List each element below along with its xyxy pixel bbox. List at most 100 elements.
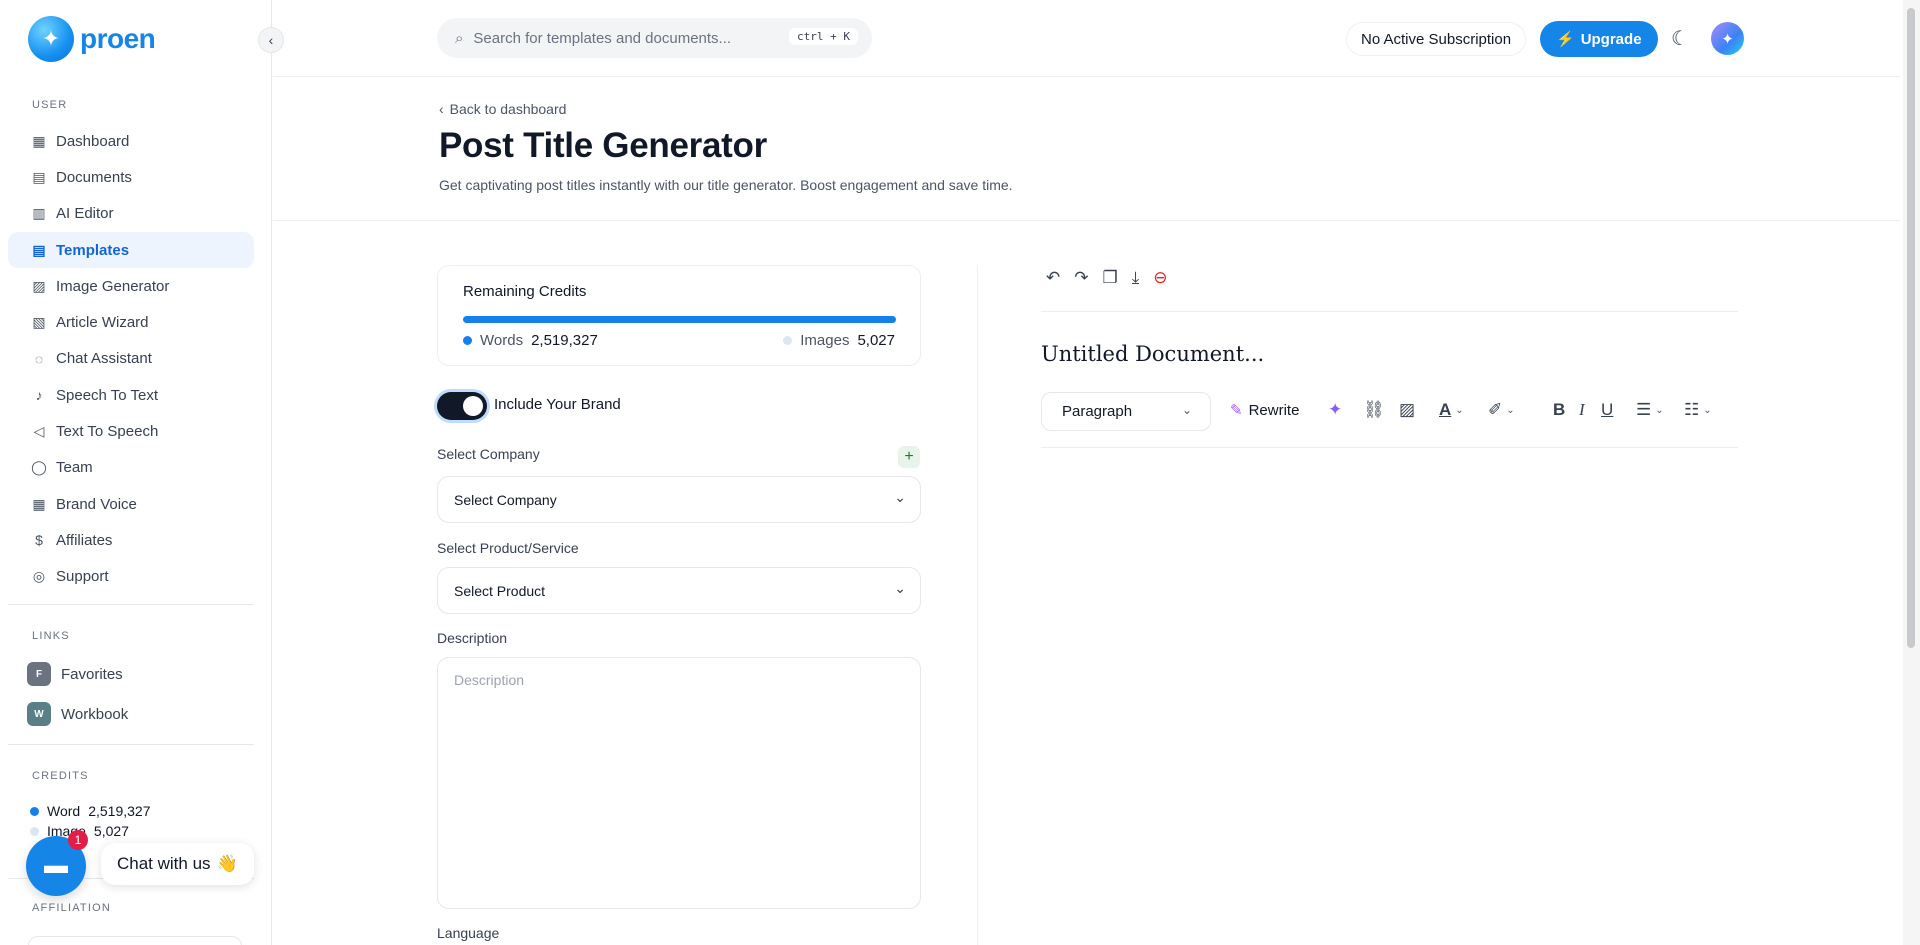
image-icon[interactable]: ▨ [1399, 400, 1415, 420]
include-brand-label: Include Your Brand [494, 396, 621, 413]
text-color-button[interactable]: A ⌄ [1439, 400, 1464, 420]
paragraph-style-select[interactable]: Paragraph ⌄ [1041, 392, 1211, 431]
sidebar-item-article-wizard[interactable]: ▧ Article Wizard [8, 304, 254, 340]
sidebar-item-label: Dashboard [56, 132, 130, 150]
search-placeholder: Search for templates and documents... [473, 29, 732, 47]
sidebar-item-documents[interactable]: ▤ Documents [8, 159, 254, 195]
sidebar-item-chat-assistant[interactable]: ◌ Chat Assistant [8, 341, 254, 377]
chat-prompt-bubble[interactable]: Chat with us 👋 [101, 843, 254, 885]
sidebar-item-label: Text To Speech [56, 423, 159, 441]
layout-icon: ▦ [32, 495, 46, 512]
sidebar-item-affiliates[interactable]: $ Affiliates [8, 522, 254, 558]
template-icon: ▤ [32, 241, 46, 258]
sidebar-item-image-generator[interactable]: ▨ Image Generator [8, 268, 254, 304]
link-workbook[interactable]: W Workbook [27, 702, 128, 726]
scrollbar-thumb[interactable] [1907, 8, 1915, 648]
favorites-badge: F [27, 662, 51, 686]
sidebar-item-support[interactable]: ◎ Support [8, 559, 254, 595]
sidebar-item-label: Documents [56, 168, 132, 186]
section-label-user: USER [32, 99, 68, 111]
language-label: Language [437, 925, 500, 941]
words-credit: Words 2,519,327 [463, 332, 598, 349]
download-icon[interactable]: ⤓ [1132, 268, 1140, 288]
link-favorites[interactable]: F Favorites [27, 662, 123, 686]
sidebar-item-label: Image Generator [56, 277, 170, 295]
upgrade-label: Upgrade [1580, 30, 1642, 48]
clear-icon[interactable]: ⊖ [1153, 268, 1167, 288]
document-title[interactable]: Untitled Document... [1041, 342, 1264, 366]
rewrite-button[interactable]: ✎ Rewrite [1230, 401, 1300, 420]
images-label: Images [800, 332, 850, 349]
numbered-list-button[interactable]: ☷ ⌄ [1684, 400, 1712, 420]
sidebar-item-text-to-speech[interactable]: ◁ Text To Speech [8, 413, 254, 449]
numbered-list-icon: ☷ [1684, 400, 1700, 419]
credit-value: 5,027 [93, 823, 129, 839]
sidebar-item-team[interactable]: ◯ Team [8, 450, 254, 486]
sidebar-item-templates[interactable]: ▤ Templates [8, 231, 254, 269]
highlight-button[interactable]: ✐ ⌄ [1488, 400, 1515, 420]
top-bar: ⌕ Search for templates and documents... … [273, 0, 1900, 77]
bullet-list-button[interactable]: ☰ ⌄ [1636, 400, 1664, 420]
select-company-value: Select Company [454, 491, 557, 508]
sidebar-item-label: AI Editor [56, 205, 114, 223]
sidebar-item-label: Chat Assistant [56, 350, 152, 368]
dark-mode-toggle-icon[interactable]: ☾ [1671, 26, 1689, 51]
highlighter-icon: ✐ [1488, 400, 1503, 419]
underline-icon[interactable]: U [1601, 400, 1613, 420]
back-to-dashboard-link[interactable]: ‹ Back to dashboard [439, 101, 566, 117]
upgrade-button[interactable]: ⚡ Upgrade [1540, 21, 1658, 57]
description-label: Description [437, 630, 508, 646]
sidebar-item-label: Support [56, 568, 109, 586]
section-label-links: LINKS [32, 630, 70, 642]
article-icon: ▧ [32, 314, 46, 331]
section-label-affiliation: AFFILIATION [32, 902, 112, 914]
rewrite-label: Rewrite [1248, 401, 1300, 419]
link-icon[interactable]: ⛓ [1363, 400, 1385, 420]
include-brand-toggle[interactable] [437, 392, 487, 420]
search-input[interactable]: ⌕ Search for templates and documents... … [437, 18, 872, 58]
italic-icon[interactable]: I [1579, 400, 1585, 420]
sidebar-item-dashboard[interactable]: ▦ Dashboard [8, 123, 254, 159]
add-company-button[interactable]: + [898, 446, 920, 468]
avatar[interactable]: ✦ [1711, 22, 1744, 55]
affiliation-box[interactable] [28, 936, 242, 945]
chat-unread-badge: 1 [68, 830, 88, 850]
credits-progress-bar [463, 316, 896, 323]
chevron-left-icon: ‹ [439, 101, 444, 117]
toggle-knob [463, 396, 483, 416]
format-toolbar: Paragraph ⌄ ✎ Rewrite ✦ ⛓ ▨ A ⌄ ✐ ⌄ B I U … [1041, 392, 1738, 448]
sidebar-item-speech-to-text[interactable]: ♪ Speech To Text [8, 377, 254, 413]
chat-prompt-text: Chat with us [117, 854, 211, 873]
sidebar-item-label: Brand Voice [56, 495, 137, 513]
chat-bubble-icon: ◌ [34, 350, 44, 367]
search-icon: ⌕ [455, 29, 464, 47]
link-label: Favorites [61, 665, 123, 683]
chevron-left-icon: ‹ [268, 32, 274, 48]
select-product-dropdown[interactable]: Select Product ⌄ [437, 567, 921, 614]
ai-sparkle-icon[interactable]: ✦ [1328, 400, 1342, 420]
description-textarea[interactable]: Description [437, 657, 921, 909]
redo-icon[interactable]: ↷ [1074, 268, 1088, 288]
logo[interactable]: ✦ proen [28, 16, 156, 62]
chevron-down-icon: ⌄ [1181, 403, 1192, 417]
select-company-dropdown[interactable]: Select Company ⌄ [437, 476, 921, 523]
sidebar-item-label: Team [56, 459, 93, 477]
sidebar-item-ai-editor[interactable]: ▥ AI Editor [8, 196, 254, 232]
chevron-down-icon: ⌄ [1703, 404, 1712, 416]
archive-icon: ▤ [32, 168, 46, 185]
bold-icon[interactable]: B [1553, 400, 1565, 420]
sidebar-item-label: Affiliates [56, 531, 113, 549]
link-label: Workbook [61, 705, 129, 723]
editor-divider [1041, 311, 1738, 312]
subscription-status[interactable]: No Active Subscription [1346, 22, 1527, 56]
sidebar-item-brand-voice[interactable]: ▦ Brand Voice [8, 486, 254, 522]
plus-icon: + [904, 448, 914, 465]
dollar-icon: $ [35, 532, 43, 549]
credit-value: 2,519,327 [88, 803, 151, 819]
undo-icon[interactable]: ↶ [1046, 268, 1060, 288]
sidebar-nav: ▦ Dashboard ▤ Documents ▥ AI Editor ▤ Templa… [8, 123, 254, 595]
words-label: Words [480, 332, 524, 349]
sidebar-collapse-button[interactable]: ‹ [258, 27, 284, 53]
copy-icon[interactable]: ❐ [1103, 268, 1118, 288]
select-product-value: Select Product [454, 582, 546, 599]
